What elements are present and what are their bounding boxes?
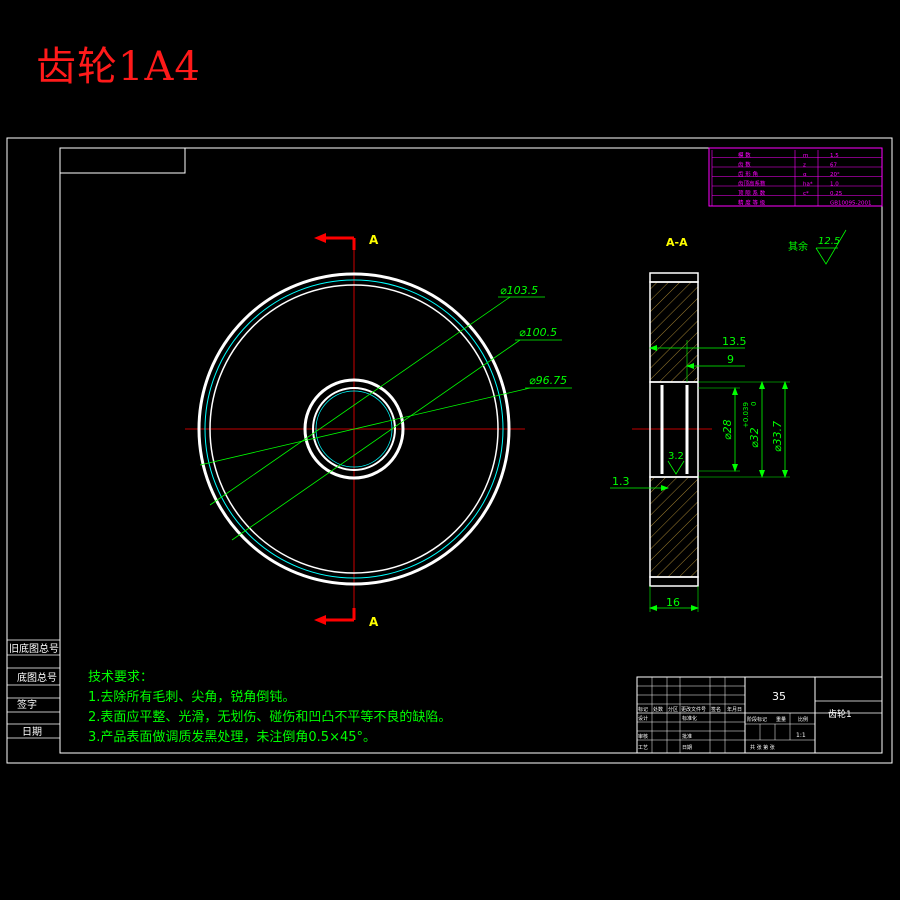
tb-top-zone: 分区 (668, 706, 678, 713)
label-drawing-number: 底图总号 (17, 671, 57, 684)
upper-tooth (649, 272, 699, 283)
side-section-view: A-A 13.5 9 ⌀28 ⌀32 +0.039 0 ⌀33.7 3.2 1.… (610, 236, 790, 612)
dim-16: 16 (666, 596, 680, 609)
gear-param-symbol: ha* (803, 182, 813, 188)
dim-28: ⌀28 (721, 419, 734, 440)
tb-stage: 阶段标记 (747, 716, 767, 723)
dim-32-tol-lower: 0 (750, 402, 758, 406)
gear-param-value: GB10095-2001 (830, 201, 872, 207)
rest-roughness: 其余 12.5 (788, 229, 847, 265)
lower-tooth (649, 576, 699, 587)
tech-item-1: 1.去除所有毛刺、尖角，锐角倒钝。 (88, 690, 295, 705)
gear-param-name: 模 数 (738, 151, 751, 159)
label-signature: 签字 (17, 698, 37, 711)
section-marker-bottom-arrow (314, 615, 326, 625)
leader-dia-9675 (199, 387, 531, 466)
tb-top-mark: 标记 (638, 706, 648, 713)
dim-13: 1.3 (612, 475, 630, 488)
label-dia-1005: ⌀100.5 (519, 326, 557, 339)
label-dia-1035: ⌀103.5 (500, 284, 538, 297)
dim-32-tol-upper: +0.039 (742, 402, 750, 428)
tech-requirements: 技术要求： 1.去除所有毛刺、尖角，锐角倒钝。 2.表面应平整、光滑，无划伤、碰… (88, 670, 451, 745)
gear-param-value: 20° (830, 172, 840, 178)
gear-param-value: 67 (830, 163, 837, 169)
title-block: 35 齿轮1 1:1 标记 处数 分区 更改文件号 签名 年月日 设计 审核 工… (636, 676, 883, 754)
gear-param-symbol: z (803, 163, 806, 169)
gear-param-table: 模 数 m 1.5 齿 数 z 67 齿 形 角 α 20° 齿顶高系数 ha* 1.0 顶 隙 系 数… (708, 147, 883, 207)
tb-top-count: 处数 (653, 706, 663, 713)
dim-135: 13.5 (722, 335, 747, 348)
tb-top-date: 年月日 (727, 706, 742, 713)
tb-top-change: 更改文件号 (681, 706, 706, 713)
front-view: A A ⌀103.5 ⌀100.5 ⌀96.75 (185, 233, 572, 629)
section-marker-top-label: A (369, 233, 379, 247)
tb-approve: 批准 (682, 733, 692, 740)
gear-param-name: 齿 形 角 (738, 170, 758, 178)
gear-param-name: 顶 隙 系 数 (738, 189, 766, 197)
tech-item-3: 3.产品表面做调质发黑处理，未注倒角0.5×45°。 (88, 729, 376, 745)
label-dia-9675: ⌀96.75 (529, 374, 567, 387)
gear-param-symbol: m (803, 153, 808, 159)
dim-337: ⌀33.7 (771, 421, 784, 452)
gear-param-symbol: α (803, 172, 807, 178)
tb-review: 审核 (638, 733, 648, 740)
roughness-32: 3.2 (668, 451, 684, 462)
gear-param-value: 1.5 (830, 153, 839, 159)
section-view-label: A-A (666, 236, 688, 249)
tech-item-2: 2.表面应平整、光滑，无划伤、碰伤和凹凸不平等不良的缺陷。 (88, 709, 451, 725)
part-name: 齿轮1 (828, 708, 852, 720)
gear-param-name: 精 度 等 级 (738, 199, 766, 207)
tb-mid-date: 日期 (682, 745, 692, 751)
section-marker-top-arrow (314, 233, 326, 243)
tb-weight: 重量 (776, 716, 786, 723)
left-side-labels: 旧底图总号 底图总号 签字 日期 (7, 639, 60, 739)
gear-param-value: 1.0 (830, 182, 839, 188)
gear-param-symbol: c* (803, 191, 809, 197)
lower-rim-section (649, 476, 699, 578)
roughness-32-symbol (667, 460, 685, 475)
tb-design: 设计 (638, 715, 648, 722)
gear-param-value: 0.25 (830, 191, 843, 197)
rest-roughness-label: 其余 (788, 240, 808, 253)
gear-param-name: 齿 数 (738, 161, 751, 169)
tb-process: 工艺 (638, 745, 648, 751)
gear-param-name: 齿顶高系数 (738, 180, 766, 188)
corner-code-box (59, 147, 186, 174)
dim-32: ⌀32 (748, 427, 761, 448)
label-old-drawing-number: 旧底图总号 (9, 642, 59, 655)
material: 35 (772, 690, 786, 703)
tb-top-sign: 签名 (711, 706, 721, 713)
tb-ratio: 比例 (798, 716, 808, 723)
tb-standard: 标准化 (682, 715, 697, 722)
tb-sheets: 共 张 第 张 (750, 744, 775, 751)
cad-drawing: A A ⌀103.5 ⌀100.5 ⌀96.75 A-A 13.5 9 ⌀28 … (6, 137, 893, 764)
sheet-inner-border (59, 147, 883, 754)
section-marker-bottom-label: A (369, 615, 379, 629)
label-date: 日期 (22, 726, 42, 738)
dim-9: 9 (727, 353, 734, 366)
leader-dia-1035 (209, 296, 511, 506)
upper-rim-section (649, 281, 699, 383)
scale: 1:1 (796, 732, 806, 739)
tech-heading: 技术要求： (88, 670, 153, 685)
leader-dia-1005 (231, 339, 521, 541)
hub-bore (649, 381, 699, 478)
